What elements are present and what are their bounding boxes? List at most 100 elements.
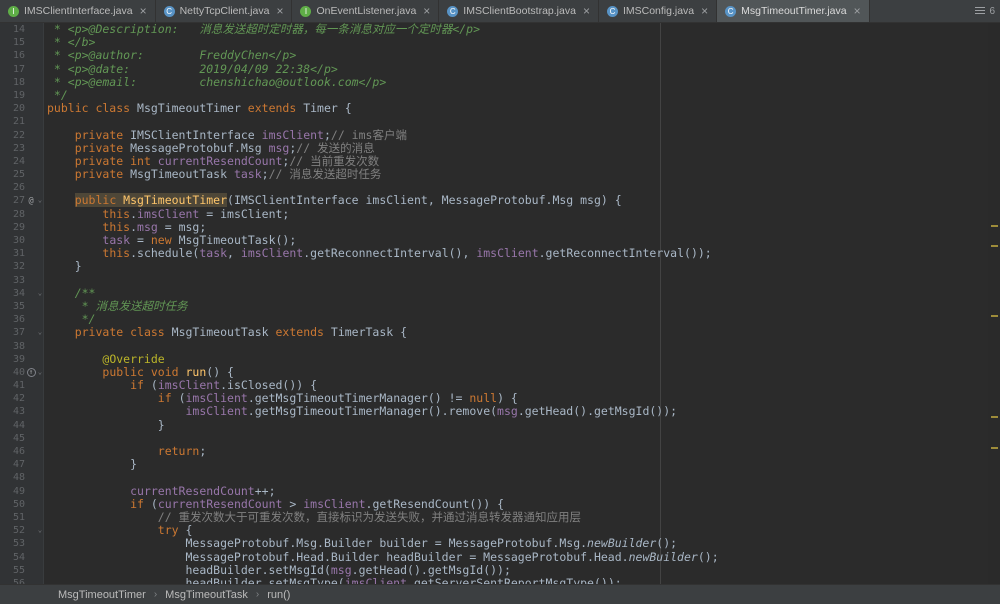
code-token: private xyxy=(75,141,130,155)
line-number: 49 xyxy=(0,485,25,498)
breadcrumb-item[interactable]: MsgTimeoutTask xyxy=(165,589,248,601)
code-token: MsgTimeoutTimer xyxy=(123,193,227,207)
editor-tab[interactable]: IOnEventListener.java× xyxy=(292,0,439,22)
close-icon[interactable]: × xyxy=(140,5,147,17)
editor-tab[interactable]: CIMSConfig.java× xyxy=(599,0,717,22)
scrollbar[interactable] xyxy=(988,23,1000,584)
code-text[interactable]: * <p>@Description: 消息发送超时定时器，每一条消息对应一个定时… xyxy=(44,23,480,36)
code-line[interactable]: 33 xyxy=(0,274,1000,287)
fold-chevron-icon[interactable]: ⌄ xyxy=(37,194,43,207)
gutter: 43 xyxy=(0,405,44,418)
code-text[interactable]: * <p>@email: chenshichao@outlook.com</p> xyxy=(44,76,386,89)
gutter: 56 xyxy=(0,577,44,584)
code-line[interactable]: 31 this.schedule(task, imsClient.getReco… xyxy=(0,247,1000,260)
code-token xyxy=(47,167,75,181)
interface-icon: I xyxy=(300,6,311,17)
code-token: private xyxy=(75,128,130,142)
line-number: 34 xyxy=(0,287,25,300)
line-number: 51 xyxy=(0,511,25,524)
code-text[interactable]: public class MsgTimeoutTimer extends Tim… xyxy=(44,102,352,115)
code-text[interactable]: } xyxy=(44,458,137,471)
hidden-tabs-indicator[interactable]: 6 xyxy=(975,0,995,22)
tab-label: IMSConfig.java xyxy=(623,5,694,17)
breadcrumb-item[interactable]: run() xyxy=(267,589,290,601)
line-number: 28 xyxy=(0,208,25,221)
code-line[interactable]: 20public class MsgTimeoutTimer extends T… xyxy=(0,102,1000,115)
warning-stripe-mark[interactable] xyxy=(991,245,998,247)
code-line[interactable]: 56 headBuilder.setMsgType(imsClient.getS… xyxy=(0,577,1000,584)
code-token: .getHead().getMsgId()); xyxy=(518,404,677,418)
gutter: 22 xyxy=(0,129,44,142)
code-token: imsClient xyxy=(185,404,247,418)
code-token xyxy=(47,484,130,498)
code-token xyxy=(47,207,102,221)
editor-tab[interactable]: CIMSClientBootstrap.java× xyxy=(439,0,599,22)
code-token: MessageProtobuf.Head.Builder headBuilder… xyxy=(47,550,629,564)
code-token: (IMSClientInterface imsClient, MessagePr… xyxy=(227,193,622,207)
breadcrumb-item[interactable]: MsgTimeoutTimer xyxy=(58,589,146,601)
line-number: 16 xyxy=(0,49,25,62)
code-token xyxy=(47,220,102,234)
warning-stripe-mark[interactable] xyxy=(991,416,998,418)
gutter: 25 xyxy=(0,168,44,181)
gutter: 36 xyxy=(0,313,44,326)
code-text[interactable]: private class MsgTimeoutTask extends Tim… xyxy=(44,326,407,339)
code-token: * <p>@Description: 消息发送超时定时器，每一条消息对应一个定时… xyxy=(47,23,480,36)
editor-tab[interactable]: CNettyTcpClient.java× xyxy=(156,0,293,22)
gutter: 34 ⌄ xyxy=(0,287,44,300)
warning-stripe-mark[interactable] xyxy=(991,447,998,449)
code-token: headBuilder.setMsgType( xyxy=(47,576,345,584)
code-line[interactable]: 47 } xyxy=(0,458,1000,471)
line-number: 53 xyxy=(0,537,25,550)
warning-stripe-mark[interactable] xyxy=(991,225,998,227)
code-token: .schedule( xyxy=(130,246,199,260)
editor-tab[interactable]: IIMSClientInterface.java× xyxy=(0,0,156,22)
editor-tab[interactable]: CMsgTimeoutTimer.java× xyxy=(717,0,869,22)
code-text[interactable]: this.schedule(task, imsClient.getReconne… xyxy=(44,247,712,260)
gutter: 49 xyxy=(0,485,44,498)
code-token: MsgTimeoutTask xyxy=(130,167,234,181)
close-icon[interactable]: × xyxy=(423,5,430,17)
line-number: 36 xyxy=(0,313,25,326)
line-number: 56 xyxy=(0,577,25,584)
close-icon[interactable]: × xyxy=(276,5,283,17)
code-token: newBuilder xyxy=(587,536,656,550)
code-text[interactable]: private MsgTimeoutTask task;// 消息发送超时任务 xyxy=(44,168,381,181)
code-token: // 当前重发次数 xyxy=(289,154,379,168)
code-text[interactable]: } xyxy=(44,260,82,273)
code-line[interactable]: 32 } xyxy=(0,260,1000,273)
line-number: 15 xyxy=(0,36,25,49)
code-text[interactable]: } xyxy=(44,419,165,432)
code-token xyxy=(47,128,75,142)
warning-stripe-mark[interactable] xyxy=(991,315,998,317)
code-line[interactable]: 46 return; xyxy=(0,445,1000,458)
code-token: ( xyxy=(151,497,158,511)
fold-chevron-icon[interactable]: ⌄ xyxy=(37,326,43,339)
gutter-annotation-icon[interactable]: @ xyxy=(25,195,37,207)
fold-chevron-icon[interactable]: ⌄ xyxy=(37,287,43,300)
tab-label: IMSClientBootstrap.java xyxy=(463,5,576,17)
code-line[interactable]: 44 } xyxy=(0,419,1000,432)
line-number: 24 xyxy=(0,155,25,168)
code-line[interactable]: 35 * 消息发送超时任务 xyxy=(0,300,1000,313)
code-line[interactable]: 25 private MsgTimeoutTask task;// 消息发送超时… xyxy=(0,168,1000,181)
code-line[interactable]: 14 * <p>@Description: 消息发送超时定时器，每一条消息对应一… xyxy=(0,23,1000,36)
gutter: 45 xyxy=(0,432,44,445)
code-token: ; xyxy=(262,167,269,181)
overriding-method-icon[interactable]: ↑ xyxy=(25,366,37,378)
code-token: // ims客户端 xyxy=(331,128,407,142)
gutter: 39 xyxy=(0,353,44,366)
interface-icon: I xyxy=(8,6,19,17)
code-text[interactable]: headBuilder.setMsgType(imsClient.getServ… xyxy=(44,577,622,584)
close-icon[interactable]: × xyxy=(701,5,708,17)
code-line[interactable]: 37⌄ private class MsgTimeoutTask extends… xyxy=(0,326,1000,339)
close-icon[interactable]: × xyxy=(583,5,590,17)
close-icon[interactable]: × xyxy=(854,5,861,17)
code-token: imsClient xyxy=(186,391,248,405)
fold-chevron-icon[interactable]: ⌄ xyxy=(37,366,43,379)
code-token: MsgTimeoutTask xyxy=(172,325,276,339)
up-arrow-icon: ↑ xyxy=(27,368,36,377)
fold-chevron-icon[interactable]: ⌄ xyxy=(37,524,43,537)
code-editor[interactable]: 14 * <p>@Description: 消息发送超时定时器，每一条消息对应一… xyxy=(0,23,1000,584)
code-line[interactable]: 18 * <p>@email: chenshichao@outlook.com<… xyxy=(0,76,1000,89)
